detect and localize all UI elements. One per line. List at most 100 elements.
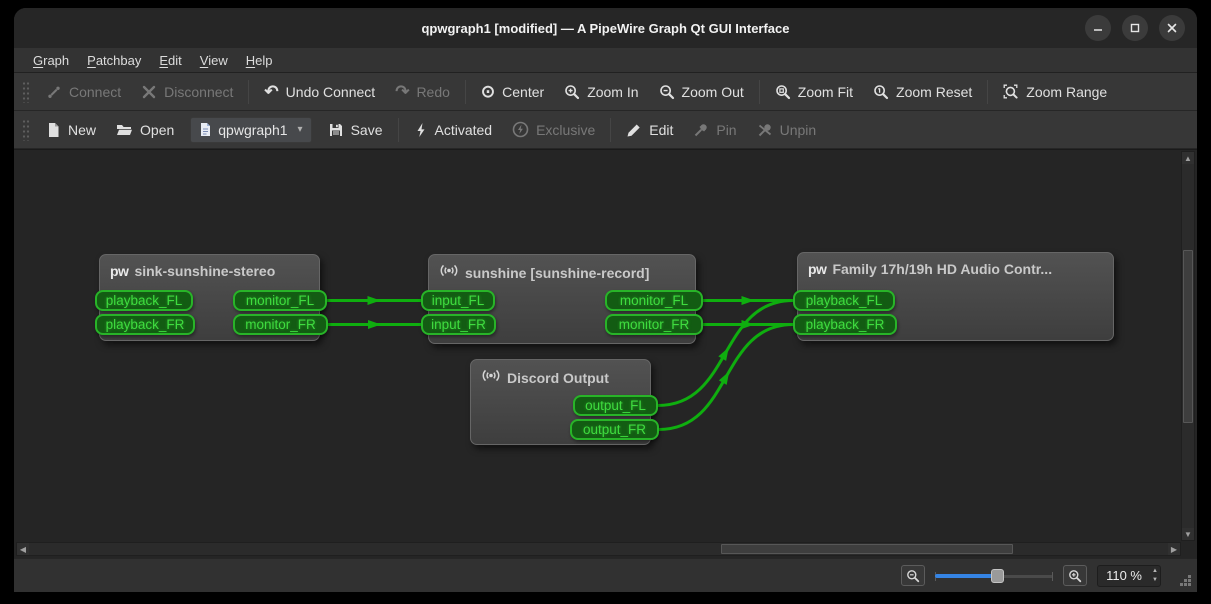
node-title: sunshine [sunshine-record] (465, 265, 649, 281)
menubar: Graph Patchbay Edit View Help (14, 48, 1197, 73)
patchbay-file-icon (199, 122, 212, 137)
save-button[interactable]: Save (318, 118, 393, 142)
spin-up-icon[interactable]: ▲ (1152, 567, 1158, 575)
edit-toolbar: Connect Disconnect ↶ Undo Connect ↷ Redo… (14, 73, 1197, 111)
zoom-slider[interactable] (935, 568, 1053, 584)
open-folder-icon (116, 122, 133, 137)
activated-toggle[interactable]: Activated (404, 118, 503, 142)
spin-down-icon[interactable]: ▼ (1152, 576, 1158, 584)
port-monitor_FR[interactable]: monitor_FR (233, 314, 328, 335)
lightning-circle-icon (512, 121, 529, 138)
pencil-icon (626, 122, 642, 138)
toolbar-separator (398, 118, 399, 142)
port-monitor_FL[interactable]: monitor_FL (605, 290, 703, 311)
zoom-out-icon (906, 569, 920, 583)
cable-arrow (742, 296, 755, 305)
vertical-scrollbar[interactable]: ▲ ▼ (1181, 151, 1195, 541)
menu-edit[interactable]: Edit (150, 51, 190, 70)
close-button[interactable] (1159, 15, 1185, 41)
toolbar-separator (248, 80, 249, 104)
redo-button[interactable]: ↷ Redo (385, 80, 460, 104)
node-title: sink-sunshine-stereo (134, 263, 275, 279)
menu-graph[interactable]: Graph (24, 51, 78, 70)
close-icon (1166, 22, 1178, 34)
pipewire-icon: pw (808, 261, 826, 277)
port-output_FL[interactable]: output_FL (573, 395, 658, 416)
port-output_FR[interactable]: output_FR (570, 419, 659, 440)
port-input_FR[interactable]: input_FR (421, 314, 496, 335)
maximize-button[interactable] (1122, 15, 1148, 41)
minimize-button[interactable] (1085, 15, 1111, 41)
undo-connect-button[interactable]: ↶ Undo Connect (254, 80, 385, 104)
zoom-in-button[interactable]: Zoom In (554, 80, 648, 104)
toolbar-separator (987, 80, 988, 104)
scroll-left-arrow[interactable]: ◀ (17, 543, 29, 555)
port-playback_FL[interactable]: playback_FL (95, 290, 193, 311)
toolbar-separator (759, 80, 760, 104)
exclusive-toggle[interactable]: Exclusive (502, 117, 605, 142)
port-playback_FR[interactable]: playback_FR (95, 314, 195, 335)
port-input_FL[interactable]: input_FL (421, 290, 495, 311)
horizontal-scrollbar-thumb[interactable] (721, 544, 1013, 554)
patchbay-select-value: qpwgraph1 (218, 122, 287, 138)
titlebar[interactable]: qpwgraph1 [modified] — A PipeWire Graph … (14, 8, 1197, 48)
scroll-up-arrow[interactable]: ▲ (1182, 152, 1194, 164)
zoom-level-value: 110 % (1106, 568, 1142, 583)
edit-toggle[interactable]: Edit (616, 118, 683, 142)
new-file-icon (46, 122, 61, 138)
toolbar-separator (465, 80, 466, 104)
zoom-level-spinbox[interactable]: 110 % ▲ ▼ (1097, 565, 1161, 587)
undo-icon: ↶ (264, 84, 278, 100)
zoom-in-icon (1068, 569, 1082, 583)
node-title: Family 17h/19h HD Audio Contr... (832, 261, 1052, 277)
zoom-out-button[interactable]: Zoom Out (649, 80, 754, 104)
patchbay-toolbar: New Open qpwgraph1 ▾ Save Activated Excl… (14, 111, 1197, 149)
stream-icon (481, 368, 501, 388)
zoom-range-icon (1003, 84, 1019, 100)
toolbar-separator (610, 118, 611, 142)
cable-arrow (368, 296, 381, 305)
pin-button[interactable]: Pin (683, 118, 746, 142)
statusbar-zoom-out-button[interactable] (901, 565, 925, 586)
zoom-fit-icon (775, 84, 791, 100)
scroll-down-arrow[interactable]: ▼ (1182, 528, 1194, 540)
unpin-button[interactable]: Unpin (747, 118, 827, 142)
zoom-range-button[interactable]: Zoom Range (993, 80, 1117, 104)
zoom-reset-icon (873, 84, 889, 100)
menu-view[interactable]: View (191, 51, 237, 70)
cable-arrow (368, 320, 381, 329)
disconnect-icon (141, 84, 157, 100)
disconnect-button[interactable]: Disconnect (131, 80, 243, 104)
slider-tick (1052, 572, 1053, 581)
redo-icon: ↷ (395, 84, 409, 100)
vertical-scrollbar-thumb[interactable] (1183, 250, 1193, 423)
statusbar: 110 % ▲ ▼ (14, 558, 1197, 592)
menu-help[interactable]: Help (237, 51, 282, 70)
patchbay-select[interactable]: qpwgraph1 ▾ (190, 117, 311, 143)
open-button[interactable]: Open (106, 118, 184, 142)
port-playback_FL[interactable]: playback_FL (793, 290, 895, 311)
connect-button[interactable]: Connect (36, 80, 131, 104)
toolbar-drag-handle[interactable] (22, 81, 30, 103)
resize-grip[interactable] (1179, 574, 1191, 586)
app-window: qpwgraph1 [modified] — A PipeWire Graph … (14, 8, 1197, 592)
statusbar-zoom-in-button[interactable] (1063, 565, 1087, 586)
port-monitor_FL[interactable]: monitor_FL (233, 290, 327, 311)
port-monitor_FR[interactable]: monitor_FR (605, 314, 703, 335)
new-button[interactable]: New (36, 118, 106, 142)
toolbar-drag-handle[interactable] (22, 119, 30, 141)
port-playback_FR[interactable]: playback_FR (793, 314, 897, 335)
menu-patchbay[interactable]: Patchbay (78, 51, 150, 70)
scroll-right-arrow[interactable]: ▶ (1168, 543, 1180, 555)
maximize-icon (1129, 22, 1141, 34)
horizontal-scrollbar[interactable]: ◀ ▶ (16, 542, 1181, 556)
zoom-slider-handle[interactable] (991, 569, 1004, 583)
graph-canvas[interactable]: pwsink-sunshine-stereoplayback_FLplaybac… (14, 149, 1197, 558)
pipewire-icon: pw (110, 263, 128, 279)
unpin-icon (757, 122, 773, 138)
zoom-fit-button[interactable]: Zoom Fit (765, 80, 863, 104)
minimize-icon (1092, 22, 1104, 34)
zoom-reset-button[interactable]: Zoom Reset (863, 80, 982, 104)
center-button[interactable]: ⊙ Center (471, 80, 554, 104)
node-title: Discord Output (507, 370, 609, 386)
